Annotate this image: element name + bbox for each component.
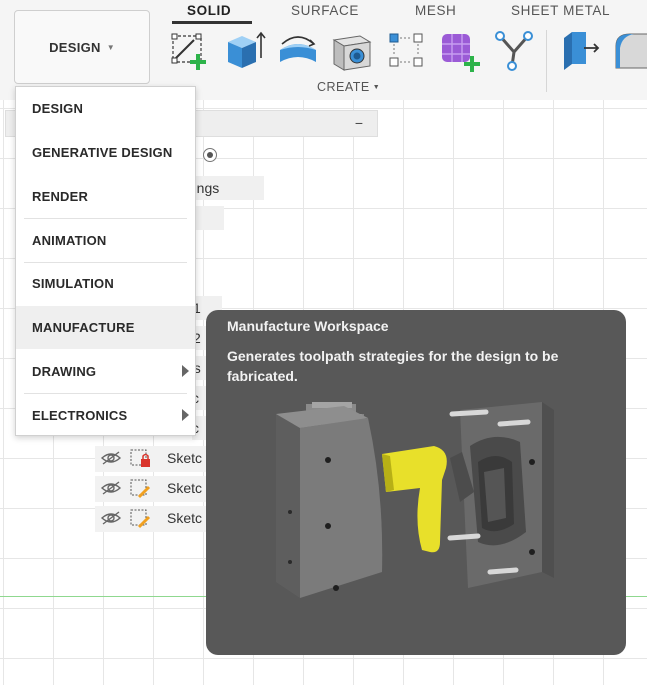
workspace-tooltip: Manufacture Workspace Generates toolpath… [206, 310, 626, 655]
fillet-icon[interactable] [610, 28, 647, 72]
menu-item-generative-design[interactable]: GENERATIVE DESIGN [16, 131, 195, 174]
workspace-menu: DESIGN GENERATIVE DESIGN RENDER ANIMATIO… [15, 86, 196, 436]
create-sketch-icon[interactable] [168, 28, 212, 72]
derive-icon[interactable] [492, 28, 536, 72]
extrude-icon[interactable] [222, 28, 266, 72]
menu-item-label: ELECTRONICS [32, 408, 128, 423]
caret-down-icon: ▼ [106, 42, 115, 52]
workspace-switcher-label: DESIGN [49, 39, 101, 55]
active-component-radio[interactable] [203, 148, 217, 162]
menu-item-manufacture[interactable]: MANUFACTURE [16, 306, 195, 349]
sketch-edit-icon [130, 479, 151, 499]
sketch-label: Sketc [167, 510, 203, 526]
menu-item-drawing[interactable]: DRAWING [16, 350, 195, 393]
tooltip-description: Generates toolpath strategies for the de… [227, 348, 559, 384]
submenu-arrow-icon [182, 365, 189, 377]
submenu-arrow-icon [182, 409, 189, 421]
toolbar-separator [546, 30, 547, 92]
sketch-label: Sketc [167, 450, 203, 466]
create-form-icon[interactable] [438, 28, 482, 72]
sketch-edit-icon [130, 509, 151, 529]
tooltip-title: Manufacture Workspace [227, 318, 389, 334]
menu-item-render[interactable]: RENDER [16, 175, 195, 218]
tab-sheet-metal[interactable]: SHEET METAL [511, 3, 610, 18]
menu-item-label: MANUFACTURE [32, 320, 135, 335]
visibility-hidden-icon[interactable] [100, 480, 122, 496]
menu-item-label: RENDER [32, 189, 89, 204]
tab-solid[interactable]: SOLID [187, 3, 231, 18]
revolve-icon[interactable] [276, 28, 320, 72]
caret-down-icon: ▼ [372, 84, 381, 91]
workspace-switcher-button[interactable]: DESIGN ▼ [14, 10, 150, 84]
visibility-hidden-icon[interactable] [100, 450, 122, 466]
menu-item-simulation[interactable]: SIMULATION [16, 262, 195, 305]
press-pull-icon[interactable] [558, 28, 602, 72]
sketch-locked-icon [130, 449, 150, 467]
menu-item-label: GENERATIVE DESIGN [32, 145, 173, 160]
create-menu-label: CREATE [317, 80, 370, 94]
browser-sketch-row[interactable]: Sketc [95, 446, 210, 472]
menu-item-label: ANIMATION [32, 233, 107, 248]
menu-item-design[interactable]: DESIGN [16, 87, 195, 130]
toolbar: DESIGN ▼ SOLID SURFACE MESH SHEET METAL [0, 0, 647, 100]
menu-item-label: DESIGN [32, 101, 84, 116]
menu-item-label: DRAWING [32, 364, 97, 379]
menu-item-animation[interactable]: ANIMATION [16, 219, 195, 262]
hole-icon[interactable] [330, 28, 374, 72]
active-tab-indicator [172, 21, 252, 24]
tab-surface[interactable]: SURFACE [291, 3, 359, 18]
menu-item-label: SIMULATION [32, 276, 114, 291]
tab-mesh[interactable]: MESH [415, 3, 456, 18]
rectangular-pattern-icon[interactable] [384, 28, 428, 72]
collapse-panel-button[interactable]: − [355, 115, 363, 131]
browser-sketch-row[interactable]: Sketc [95, 506, 210, 532]
mold-preview-image [276, 402, 554, 598]
create-menu-button[interactable]: CREATE ▼ [317, 80, 380, 94]
sketch-label: Sketc [167, 480, 203, 496]
browser-sketch-row[interactable]: Sketc [95, 476, 210, 502]
visibility-hidden-icon[interactable] [100, 510, 122, 526]
menu-item-electronics[interactable]: ELECTRONICS [16, 394, 195, 437]
